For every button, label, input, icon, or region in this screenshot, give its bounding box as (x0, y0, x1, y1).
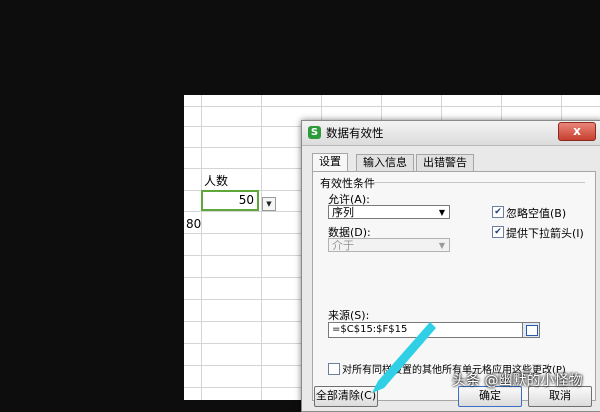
annotation-arrow-icon (372, 322, 436, 393)
watermark: 头条 @幽默的小怪物 (452, 373, 583, 389)
